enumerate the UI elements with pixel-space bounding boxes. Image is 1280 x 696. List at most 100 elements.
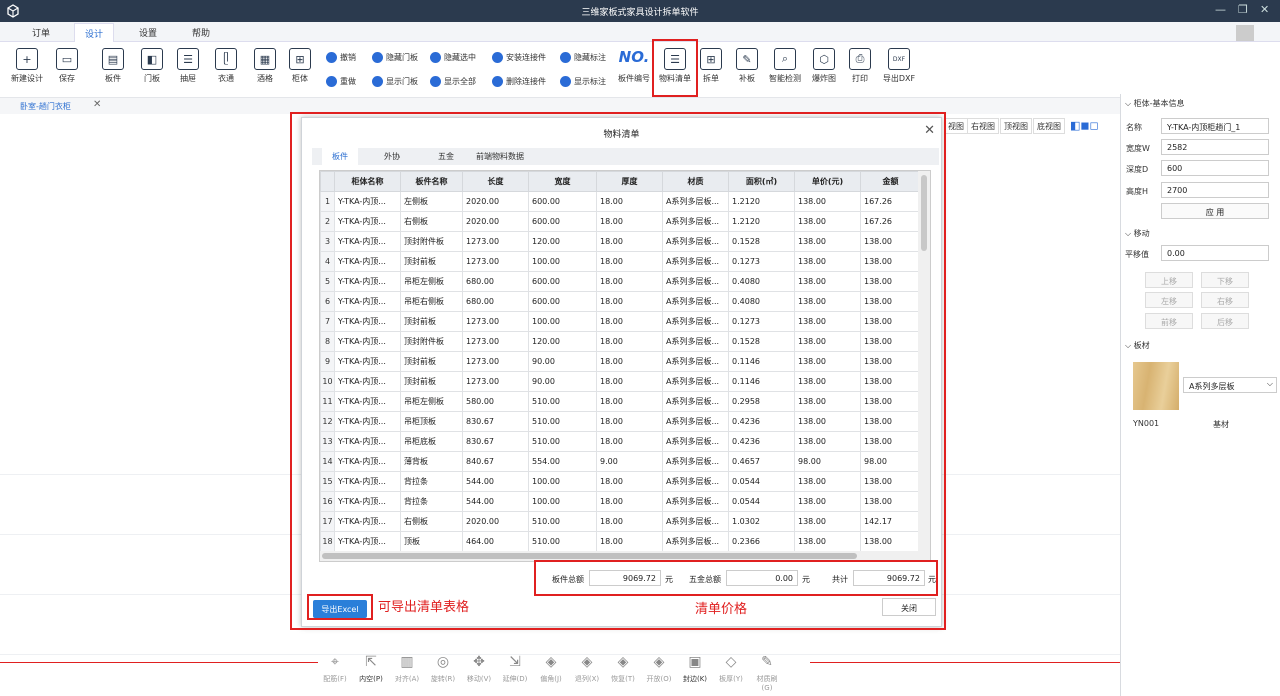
menu-bar: 订单 设计 设置 帮助	[0, 22, 1280, 42]
board-number-button[interactable]: NO. 板件编号	[614, 48, 654, 84]
redo-button[interactable]: 重做	[326, 76, 356, 87]
view-top[interactable]: 顶视图	[1000, 118, 1032, 134]
tool-icon: ◈	[545, 654, 557, 670]
section-basic-info[interactable]: ⌵ 柜体-基本信息	[1125, 98, 1185, 109]
bottom-tool[interactable]: ◇ 板厚(Y)	[716, 654, 746, 684]
split-order-button[interactable]: ⊞ 拆单	[698, 48, 724, 84]
bottom-tool[interactable]: ◈ 恢复(T)	[608, 654, 638, 684]
delete-connector-button[interactable]: 删除连接件	[492, 76, 546, 87]
toolbar: + 新建设计 ▭ 保存 ▤ 板件 ◧ 门板 ☰ 抽屉 ᥫ 衣通 ▦ 酒格 ⊞ 柜体 撤销 重做 …	[0, 42, 1280, 98]
bottom-tool[interactable]: ✎ 材质刷(G)	[752, 654, 782, 692]
hide-dimension-icon	[560, 52, 571, 63]
wood-swatch[interactable]	[1133, 362, 1179, 410]
bottom-tool[interactable]: ◈ 偏角(J)	[536, 654, 566, 684]
properties-panel: ⌵ 柜体-基本信息 名称 Y-TKA-内顶柜趟门_1 宽度W 2582 深度D …	[1120, 94, 1280, 696]
door-button[interactable]: ◧ 门板	[135, 48, 169, 84]
move-left-button[interactable]: 左移	[1145, 292, 1193, 308]
close-window-icon[interactable]: ✕	[1260, 3, 1269, 16]
tool-icon: ✎	[761, 654, 773, 670]
view-right[interactable]: 右视图	[967, 118, 999, 134]
cabinet-icon: ⊞	[289, 48, 311, 70]
minimize-icon[interactable]: —	[1215, 3, 1226, 16]
section-material[interactable]: ⌵ 板材	[1125, 340, 1150, 351]
hide-door-button[interactable]: 隐藏门板	[372, 52, 418, 63]
tool-icon: ⇲	[509, 654, 521, 670]
tool-label: 板厚(Y)	[719, 675, 743, 683]
menu-help[interactable]: 帮助	[192, 26, 210, 39]
material-code: YN001	[1133, 419, 1160, 428]
material-select[interactable]: A系列多层板 ⌵	[1183, 377, 1277, 393]
view-bottom[interactable]: 底视图	[1033, 118, 1065, 134]
section-move[interactable]: ⌵ 移动	[1125, 228, 1150, 239]
document-tab[interactable]: 卧室-趟门衣柜	[20, 101, 71, 112]
tool-icon: ⌖	[331, 654, 339, 670]
bottom-tool[interactable]: ▣ 封边(K)	[680, 654, 710, 684]
width-field[interactable]: 2582	[1161, 139, 1269, 155]
print-button[interactable]: ⎙ 打印	[846, 48, 874, 84]
tool-label: 配筋(F)	[323, 675, 347, 683]
bottom-tool[interactable]: ✥ 移动(V)	[464, 654, 494, 684]
new-design-icon: +	[16, 48, 38, 70]
board-button[interactable]: ▤ 板件	[96, 48, 130, 84]
bottom-tool[interactable]: ⇱ 内空(P)	[356, 654, 386, 684]
smart-check-button[interactable]: ⌕ 智能检测	[765, 48, 805, 84]
restore-icon[interactable]: ❐	[1238, 3, 1248, 16]
offset-label: 平移值	[1125, 250, 1149, 259]
height-field[interactable]: 2700	[1161, 182, 1269, 198]
hanger-rod-button[interactable]: ᥫ 衣通	[209, 48, 243, 84]
tool-label: 内空(P)	[359, 675, 383, 683]
menu-design[interactable]: 设计	[74, 23, 115, 42]
width-label: 宽度W	[1126, 144, 1150, 153]
drawer-icon: ☰	[177, 48, 199, 70]
show-dimension-icon	[560, 76, 571, 87]
move-front-button[interactable]: 前移	[1145, 313, 1193, 329]
offset-field[interactable]: 0.00	[1161, 245, 1269, 261]
new-design-button[interactable]: + 新建设计	[8, 48, 46, 84]
install-connector-button[interactable]: 安装连接件	[492, 52, 546, 63]
apply-button[interactable]: 应 用	[1161, 203, 1269, 219]
cabinet-button[interactable]: ⊞ 柜体	[283, 48, 317, 84]
bottom-tool[interactable]: ⌖ 配筋(F)	[320, 654, 350, 684]
depth-field[interactable]: 600	[1161, 160, 1269, 176]
door-icon: ◧	[141, 48, 163, 70]
name-field[interactable]: Y-TKA-内顶柜趟门_1	[1161, 118, 1269, 134]
annotation-price: 清单价格	[695, 602, 748, 617]
bottom-tool[interactable]: ◈ 退列(X)	[572, 654, 602, 684]
move-back-button[interactable]: 后移	[1201, 313, 1249, 329]
tool-label: 恢复(T)	[611, 675, 635, 683]
tool-label: 开放(O)	[646, 675, 672, 683]
hide-selected-button[interactable]: 隐藏选中	[430, 52, 476, 63]
patch-board-button[interactable]: ✎ 补板	[734, 48, 760, 84]
wine-rack-button[interactable]: ▦ 酒格	[248, 48, 282, 84]
menu-order[interactable]: 订单	[32, 26, 50, 39]
avatar[interactable]	[1236, 25, 1254, 41]
view-front[interactable]: 视图	[944, 118, 968, 134]
chevron-down-icon: ⌵	[1266, 379, 1273, 388]
close-tab-icon[interactable]: ✕	[93, 99, 101, 110]
bottom-tool[interactable]: ◎ 旋转(R)	[428, 654, 458, 684]
tool-icon: ◈	[617, 654, 629, 670]
export-dxf-button[interactable]: DXF 导出DXF	[880, 48, 918, 84]
bottom-tool[interactable]: ▥ 对齐(A)	[392, 654, 422, 684]
show-all-button[interactable]: 显示全部	[430, 76, 476, 87]
hide-dimension-button[interactable]: 隐藏标注	[560, 52, 606, 63]
move-up-button[interactable]: 上移	[1145, 272, 1193, 288]
menu-settings[interactable]: 设置	[139, 26, 157, 39]
move-down-button[interactable]: 下移	[1201, 272, 1249, 288]
explode-view-button[interactable]: ⬡ 爆炸图	[808, 48, 840, 84]
show-door-button[interactable]: 显示门板	[372, 76, 418, 87]
drawer-button[interactable]: ☰ 抽屉	[171, 48, 205, 84]
view-cube-icon[interactable]: ◧◼◻	[1070, 119, 1116, 133]
tool-icon: ▥	[400, 654, 414, 670]
bottom-tool[interactable]: ⇲ 延伸(D)	[500, 654, 530, 684]
move-right-button[interactable]: 右移	[1201, 292, 1249, 308]
tool-icon: ◎	[436, 654, 450, 670]
undo-button[interactable]: 撤销	[326, 52, 356, 63]
show-dimension-button[interactable]: 显示标注	[560, 76, 606, 87]
save-button[interactable]: ▭ 保存	[50, 48, 84, 84]
tool-icon: ◇	[725, 654, 737, 670]
bottom-tool[interactable]: ◈ 开放(O)	[644, 654, 674, 684]
split-order-icon: ⊞	[700, 48, 722, 70]
install-connector-icon	[492, 52, 503, 63]
hide-selected-icon	[430, 52, 441, 63]
